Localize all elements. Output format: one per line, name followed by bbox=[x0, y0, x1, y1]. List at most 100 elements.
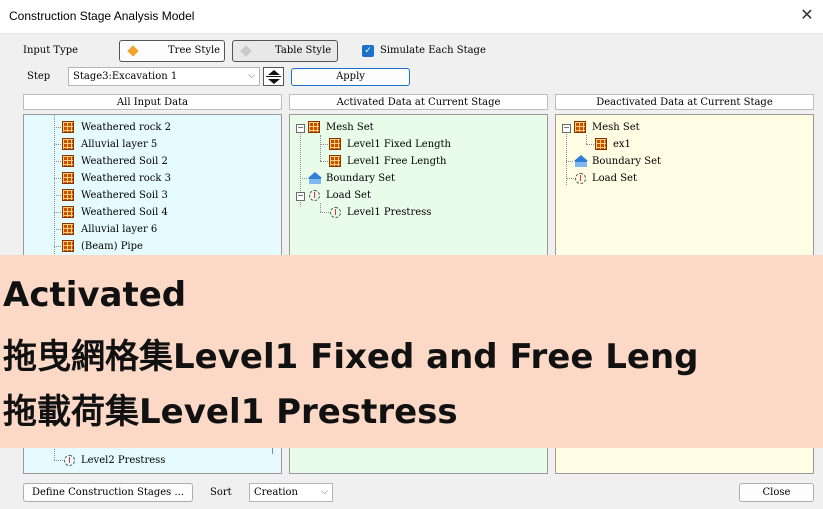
collapse-icon[interactable]: − bbox=[562, 124, 571, 133]
tree-branch bbox=[566, 178, 574, 179]
tree-item[interactable]: (Beam) Pipe bbox=[24, 238, 264, 255]
tree-branch bbox=[54, 144, 61, 145]
tree-branch bbox=[586, 144, 594, 145]
tree-branch bbox=[54, 460, 63, 461]
diamond-icon bbox=[240, 45, 252, 57]
tree-item[interactable]: Level1 Free Length bbox=[290, 153, 530, 170]
mesh-icon bbox=[62, 155, 74, 167]
tree-branch bbox=[54, 229, 61, 230]
apply-button[interactable]: Apply bbox=[291, 68, 410, 86]
tree-branch bbox=[320, 212, 329, 213]
tree-branch bbox=[54, 212, 61, 213]
mesh-icon bbox=[574, 121, 586, 133]
mesh-icon bbox=[329, 155, 341, 167]
tree-item[interactable]: − Load Set bbox=[290, 187, 530, 204]
tree-item[interactable]: Weathered rock 2 bbox=[24, 119, 264, 136]
load-icon bbox=[309, 190, 320, 201]
tree-item[interactable]: Load Set bbox=[556, 170, 796, 187]
tree-item[interactable]: Weathered Soil 4 bbox=[24, 204, 264, 221]
tree-branch bbox=[320, 144, 328, 145]
table-style-label: Table Style bbox=[275, 45, 332, 56]
collapse-icon[interactable]: − bbox=[296, 124, 305, 133]
tree-item[interactable]: − Mesh Set bbox=[556, 119, 796, 136]
chevron-down-icon: ⌵ bbox=[321, 487, 328, 497]
caption-line-3: 拖載荷集Level1 Prestress bbox=[3, 392, 458, 432]
tree-item[interactable]: Alluvial layer 5 bbox=[24, 136, 264, 153]
caption-overlay: Activated 拖曳網格集Level1 Fixed and Free Len… bbox=[0, 255, 823, 448]
tree-item-label: Weathered rock 2 bbox=[81, 122, 171, 133]
close-button[interactable]: Close bbox=[739, 483, 814, 502]
tree-item[interactable]: Boundary Set bbox=[556, 153, 796, 170]
sort-label: Sort bbox=[210, 487, 232, 498]
load-icon bbox=[575, 173, 586, 184]
tree-item[interactable]: Alluvial layer 6 bbox=[24, 221, 264, 238]
title-bar: Construction Stage Analysis Model ✕ bbox=[0, 0, 823, 34]
tree-branch bbox=[54, 161, 61, 162]
boundary-icon bbox=[574, 155, 588, 167]
mesh-icon bbox=[62, 138, 74, 150]
load-icon bbox=[330, 207, 341, 218]
tree-item-label: (Beam) Pipe bbox=[81, 241, 143, 252]
mesh-icon bbox=[62, 240, 74, 252]
tree-item-label: Weathered Soil 4 bbox=[81, 207, 168, 218]
tree-item-label: Boundary Set bbox=[592, 156, 662, 167]
tree-item-label: Weathered Soil 2 bbox=[81, 156, 168, 167]
simulate-checkbox[interactable]: ✓ bbox=[362, 45, 374, 57]
load-icon bbox=[64, 455, 75, 466]
tree-branch bbox=[566, 161, 573, 162]
tree-item[interactable]: Level1 Fixed Length bbox=[290, 136, 530, 153]
sort-select[interactable]: Creation ⌵ bbox=[249, 483, 333, 502]
tree-item-label: Weathered rock 3 bbox=[81, 173, 171, 184]
mesh-icon bbox=[62, 121, 74, 133]
mesh-icon bbox=[62, 206, 74, 218]
tree-item[interactable]: Level1 Prestress bbox=[290, 204, 530, 221]
tree-branch bbox=[54, 127, 61, 128]
define-stages-button[interactable]: Define Construction Stages ... bbox=[23, 483, 193, 502]
step-select[interactable]: Stage3:Excavation 1 ⌵ bbox=[68, 67, 260, 86]
down-arrow-icon[interactable] bbox=[268, 79, 280, 84]
tree-item-label: Load Set bbox=[592, 173, 637, 184]
tree-branch bbox=[320, 161, 328, 162]
tree-item-label: Mesh Set bbox=[592, 122, 640, 133]
tree-branch bbox=[54, 195, 61, 196]
tree-style-button[interactable]: Tree Style bbox=[119, 40, 225, 62]
caption-line-1: Activated bbox=[3, 275, 187, 315]
tree-item-label: Alluvial layer 6 bbox=[81, 224, 158, 235]
tree-item-label: Weathered Soil 3 bbox=[81, 190, 168, 201]
diamond-icon bbox=[127, 45, 139, 57]
tree-item[interactable]: Weathered rock 3 bbox=[24, 170, 264, 187]
tree-item[interactable]: Level2 Prestress bbox=[24, 452, 264, 469]
mesh-icon bbox=[308, 121, 320, 133]
tree-item-label: Boundary Set bbox=[326, 173, 396, 184]
spinner-divider bbox=[266, 76, 281, 77]
close-icon[interactable]: ✕ bbox=[797, 5, 817, 24]
collapse-icon[interactable]: − bbox=[296, 192, 305, 201]
boundary-icon bbox=[308, 172, 322, 184]
tree-item[interactable]: Weathered Soil 3 bbox=[24, 187, 264, 204]
sort-value: Creation bbox=[254, 487, 298, 498]
up-arrow-icon[interactable] bbox=[268, 70, 280, 75]
tree-branch bbox=[300, 178, 307, 179]
deactivated-header: Deactivated Data at Current Stage bbox=[555, 94, 814, 110]
step-value: Stage3:Excavation 1 bbox=[73, 71, 178, 82]
tree-item-label: Load Set bbox=[326, 190, 371, 201]
mesh-icon bbox=[62, 172, 74, 184]
table-style-button[interactable]: Table Style bbox=[232, 40, 338, 62]
tree-item[interactable]: Boundary Set bbox=[290, 170, 530, 187]
tree-item-label: Level1 Prestress bbox=[347, 207, 432, 218]
tree-item[interactable]: − Mesh Set bbox=[290, 119, 530, 136]
tree-style-label: Tree Style bbox=[168, 45, 221, 56]
tree-item-label: Level2 Prestress bbox=[81, 455, 166, 466]
tree-branch bbox=[54, 178, 61, 179]
caption-line-2: 拖曳網格集Level1 Fixed and Free Leng bbox=[3, 337, 699, 377]
tree-item-label: Mesh Set bbox=[326, 122, 374, 133]
tree-item[interactable]: ex1 bbox=[556, 136, 796, 153]
step-label: Step bbox=[27, 71, 51, 82]
mesh-icon bbox=[595, 138, 607, 150]
mesh-icon bbox=[329, 138, 341, 150]
step-spinner[interactable] bbox=[263, 67, 284, 86]
tree-item[interactable]: Weathered Soil 2 bbox=[24, 153, 264, 170]
window-title: Construction Stage Analysis Model bbox=[9, 9, 195, 23]
tree-branch bbox=[54, 246, 61, 247]
tree-item-label: Level1 Fixed Length bbox=[347, 139, 451, 150]
